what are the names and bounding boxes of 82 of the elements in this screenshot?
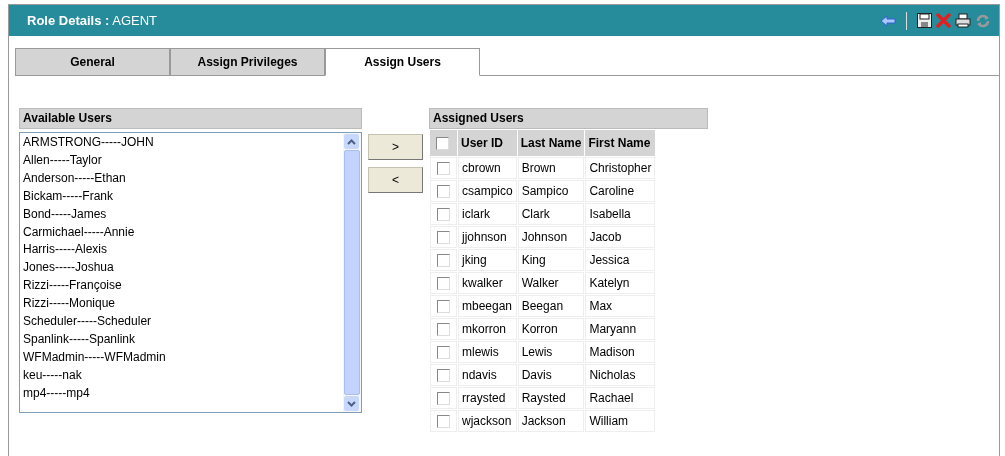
table-cell: William [585, 410, 656, 432]
list-item[interactable]: mp4-----mp4 [23, 384, 340, 403]
table-cell: Jessica [585, 249, 656, 271]
table-cell: csampico [458, 180, 517, 202]
list-item[interactable]: Jones-----Joshua [23, 259, 340, 278]
list-item[interactable]: Allen-----Taylor [23, 151, 340, 170]
scroll-down-icon[interactable] [347, 400, 356, 407]
window-title: Role Details : AGENT [27, 13, 158, 28]
table-cell: Maryann [585, 318, 656, 340]
table-cell: Nicholas [585, 364, 656, 386]
table-cell: Brown [517, 157, 585, 179]
checkbox[interactable] [437, 322, 450, 336]
tab[interactable]: Assign Privileges [170, 48, 325, 76]
transfer-button[interactable]: < [368, 167, 423, 193]
back-arrow-icon[interactable] [880, 14, 896, 27]
list-item[interactable]: Carmichael-----Annie [23, 223, 340, 242]
transfer-button[interactable]: > [368, 134, 423, 160]
list-item[interactable]: Rizzi-----Monique [23, 295, 340, 314]
table-cell: mbeegan [458, 295, 517, 317]
table-cell: Beegan [517, 295, 585, 317]
table-cell: Johnson [517, 226, 585, 248]
table-cell: King [517, 249, 585, 271]
column-header: First Name [585, 130, 656, 156]
checkbox[interactable] [437, 230, 450, 244]
table-cell: Max [585, 295, 656, 317]
table-cell: mlewis [458, 341, 517, 363]
table-cell: Katelyn [585, 272, 656, 294]
column-header: Last Name [517, 130, 585, 156]
tab[interactable]: General [15, 48, 170, 76]
table-cell: mkorron [458, 318, 517, 340]
list-item[interactable]: Bond-----James [23, 205, 340, 224]
table-cell: Lewis [517, 341, 585, 363]
section-heading: Available Users [19, 108, 362, 129]
list-item[interactable]: Rizzi-----Françoise [23, 277, 340, 296]
checkbox[interactable] [437, 299, 450, 313]
list-item[interactable]: WFMadmin-----WFMadmin [23, 348, 340, 367]
table-cell: ndavis [458, 364, 517, 386]
table-cell: Christopher [585, 157, 656, 179]
table-cell: Isabella [585, 203, 656, 225]
checkbox[interactable] [437, 391, 450, 405]
table-cell: Walker [517, 272, 585, 294]
checkbox[interactable] [437, 368, 450, 382]
table-cell: Jackson [517, 410, 585, 432]
table-cell: jking [458, 249, 517, 271]
checkbox[interactable] [437, 345, 450, 359]
table-cell: wjackson [458, 410, 517, 432]
list-item[interactable]: Harris-----Alexis [23, 241, 340, 260]
table-cell: Caroline [585, 180, 656, 202]
table-cell: kwalker [458, 272, 517, 294]
available-users-listbox[interactable] [19, 132, 362, 413]
tab[interactable]: Assign Users [325, 48, 480, 76]
checkbox[interactable] [437, 276, 450, 290]
table-cell: Korron [517, 318, 585, 340]
list-item[interactable]: keu-----nak [23, 366, 340, 385]
column-header: User ID [458, 130, 517, 156]
list-item[interactable]: Anderson-----Ethan [23, 169, 340, 188]
checkbox[interactable] [436, 136, 449, 150]
table-cell: Davis [517, 364, 585, 386]
table-cell: iclark [458, 203, 517, 225]
section-heading: Assigned Users [429, 108, 708, 129]
checkbox[interactable] [437, 161, 450, 175]
scrollbar[interactable] [343, 133, 361, 412]
table-cell: Sampico [517, 180, 585, 202]
checkbox[interactable] [437, 414, 450, 428]
table-cell: Jacob [585, 226, 656, 248]
table-cell: jjohnson [458, 226, 517, 248]
checkbox[interactable] [437, 184, 450, 198]
table-cell: Madison [585, 341, 656, 363]
list-item[interactable]: Scheduler-----Scheduler [23, 313, 340, 331]
save-icon[interactable] [917, 13, 932, 28]
table-cell: Rachael [585, 387, 656, 409]
table-cell: cbrown [458, 157, 517, 179]
checkbox[interactable] [437, 207, 450, 221]
table-cell: Raysted [517, 387, 585, 409]
list-item[interactable]: Bickam-----Frank [23, 187, 340, 206]
list-item[interactable]: Spanlink-----Spanlink [23, 330, 340, 349]
scroll-up-icon[interactable] [347, 138, 356, 145]
table-cell: rraysted [458, 387, 517, 409]
list-item[interactable]: ARMSTRONG-----JOHN [23, 134, 340, 152]
printer-icon[interactable] [955, 13, 971, 28]
table-cell: Clark [517, 203, 585, 225]
checkbox[interactable] [437, 253, 450, 267]
